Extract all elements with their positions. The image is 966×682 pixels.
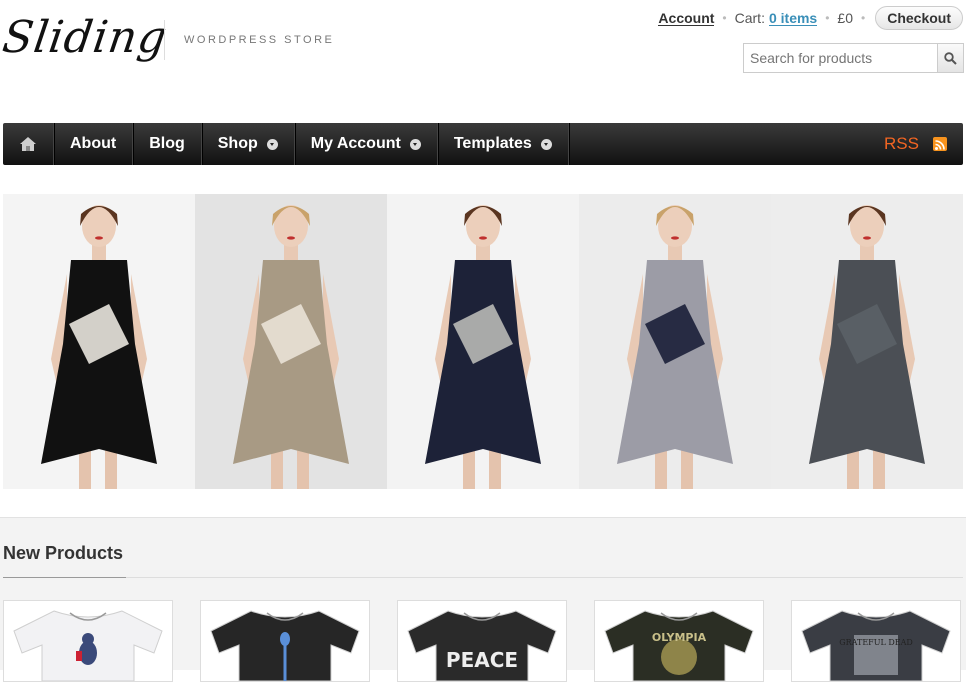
logo-divider [164,20,165,60]
product-print-text: PEACE [446,648,518,672]
rss-feed-icon [933,137,947,151]
nav-item-blog[interactable]: Blog [133,123,202,165]
product-image: OLYMPIA [595,601,763,681]
product-print-text: OLYMPIA [652,631,707,644]
site-logo[interactable]: Sliding [0,12,171,63]
slide-image[interactable] [771,194,963,489]
product-card[interactable]: OLYMPIA [594,600,764,682]
slide-image[interactable] [195,194,387,489]
product-image: PEACE [398,601,566,681]
dropdown-arrow-icon [540,138,552,150]
featured-slider [3,194,966,489]
separator-dot: • [722,11,727,25]
nav-item-label: About [70,135,117,152]
section-divider [3,577,963,578]
product-print-text: GRATEFUL DEAD [839,638,913,647]
product-card[interactable]: PEACE [397,600,567,682]
product-image: GRATEFUL DEAD [792,601,960,681]
nav-item-my-account[interactable]: My Account [295,123,438,165]
product-search [743,43,964,73]
nav-item-label: Shop [217,135,258,152]
product-card[interactable] [200,600,370,682]
search-input[interactable] [744,44,937,72]
account-link[interactable]: Account [658,11,715,26]
product-card[interactable] [3,600,173,682]
cart-total: £0 [837,10,853,26]
rss-label: RSS [884,134,919,153]
cart-items-link[interactable]: 0 items [768,11,818,26]
dropdown-arrow-icon [266,138,278,150]
home-icon [20,137,36,151]
slide-image[interactable] [387,194,579,489]
nav-item-label: Blog [149,135,185,152]
separator-dot: • [861,11,866,25]
dropdown-arrow-icon [409,138,421,150]
separator-dot: • [825,11,830,25]
slide-image[interactable] [579,194,771,489]
nav-item-about[interactable]: About [54,123,134,165]
section-title-underline [3,577,126,578]
cart-label: Cart: [734,10,765,26]
nav-home[interactable] [3,123,54,165]
rss-link[interactable]: RSS [884,123,963,165]
product-image [4,601,172,681]
nav-item-templates[interactable]: Templates [438,123,569,165]
product-card[interactable]: GRATEFUL DEAD [791,600,961,682]
product-image [201,601,369,681]
slide-image[interactable] [3,194,195,489]
nav-item-label: Templates [453,135,532,152]
section-title: New Products [3,543,124,563]
header-account-bar: Account • Cart: 0 items • £0 • Checkout [658,6,963,30]
new-products-section: New Products PEACE OLYMPIA GRATEFUL DEAD [0,517,966,682]
search-button[interactable] [937,44,963,72]
main-navigation: About Blog Shop My Account Templates RSS [3,123,963,165]
site-tagline: WORDPRESS STORE [184,34,335,46]
nav-item-shop[interactable]: Shop [202,123,295,165]
nav-item-label: My Account [310,135,401,152]
search-icon [944,51,957,65]
checkout-button[interactable]: Checkout [875,6,963,30]
